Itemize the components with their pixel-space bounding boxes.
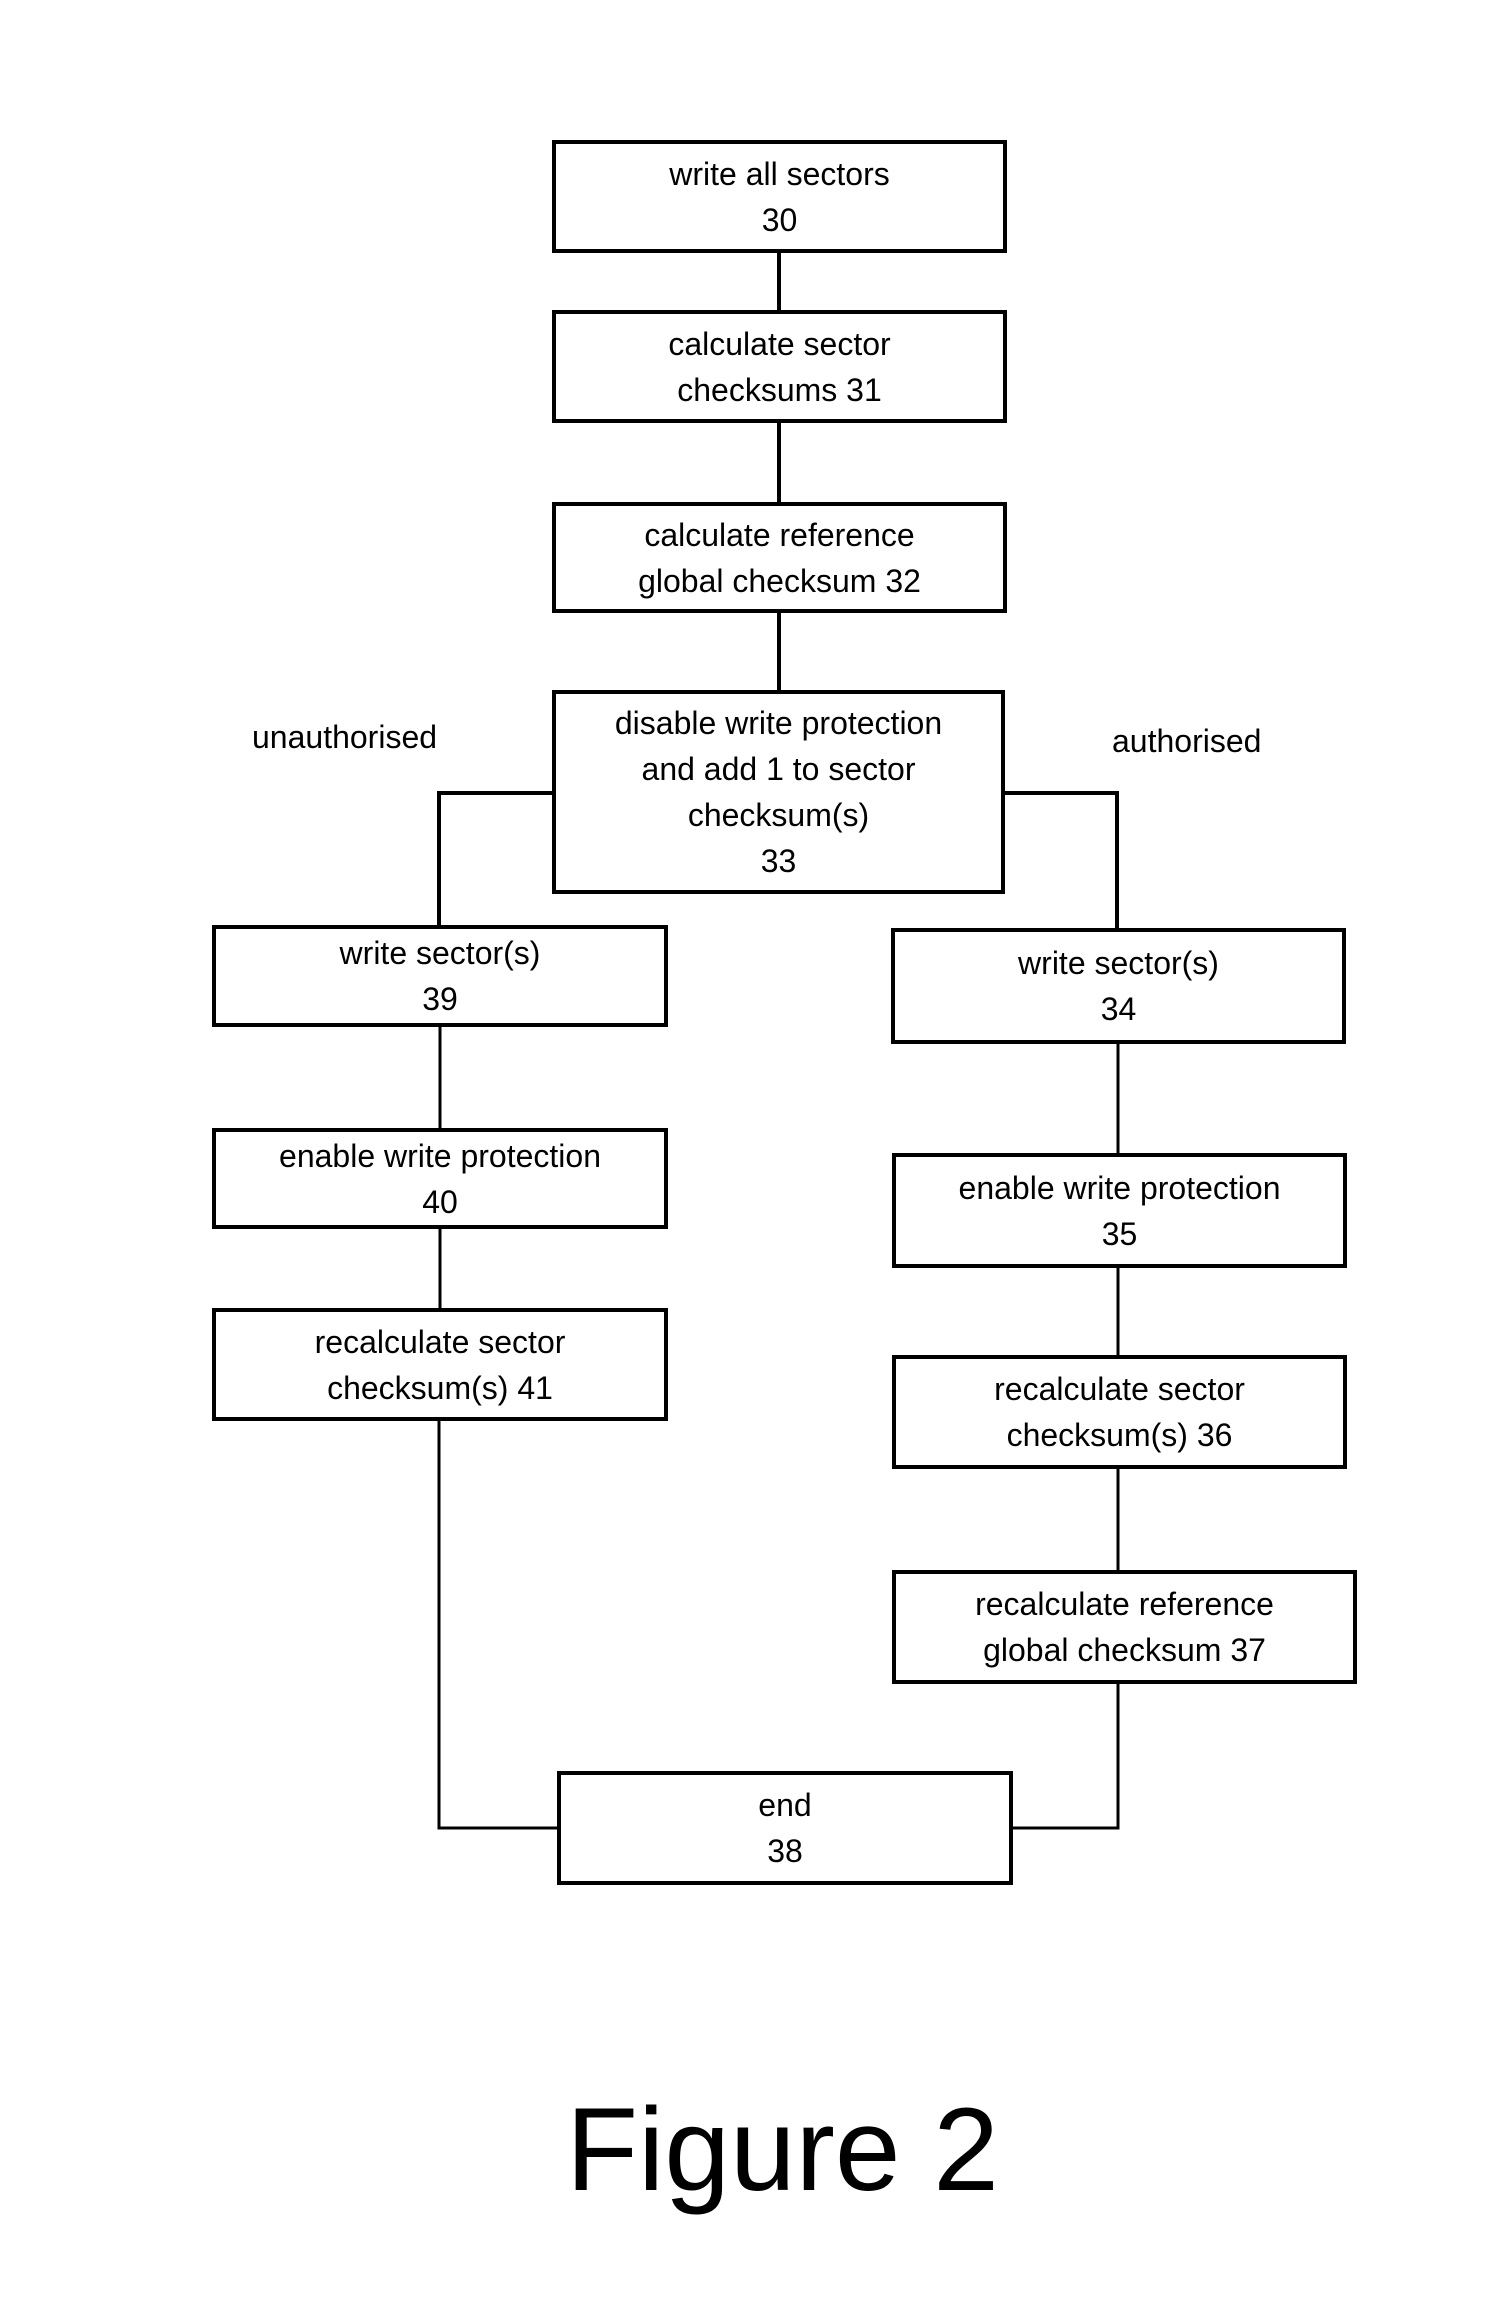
step-text: recalculate sector <box>994 1371 1245 1407</box>
branch-label-unauthorised: unauthorised <box>252 719 438 755</box>
step-text: enable write protection <box>958 1169 1281 1206</box>
step-box-41: recalculate sector checksum(s) 41 <box>212 1308 668 1421</box>
step-box-34: write sector(s) 34 <box>891 928 1346 1044</box>
flowchart: unauthorised authorised write all sector… <box>0 0 1495 2320</box>
step-box-36: recalculate sector checksum(s) 36 <box>892 1355 1347 1469</box>
branch-label-authorised: authorised <box>1112 723 1262 759</box>
step-text: checksum(s) <box>687 797 870 833</box>
step-box-35: enable write protection 35 <box>892 1153 1347 1268</box>
step-text: write all sectors <box>669 155 890 192</box>
connector-37-38 <box>1010 1681 1120 1830</box>
step-box-37: recalculate reference global checksum 37 <box>892 1570 1357 1684</box>
step-box-40: enable write protection 40 <box>212 1128 668 1229</box>
step-number: 40 <box>422 1183 458 1220</box>
step-text: global checksum 32 <box>638 562 921 599</box>
connector-33-39 <box>437 791 554 927</box>
step-text: calculate reference <box>644 516 915 553</box>
step-text: calculate sector <box>668 325 891 362</box>
step-text: disable write protection <box>614 705 943 741</box>
step-number: 34 <box>1100 991 1137 1027</box>
step-text: checksum(s) 41 <box>327 1369 553 1406</box>
step-text: checksums 31 <box>677 371 882 408</box>
step-text: recalculate sector <box>314 1323 566 1360</box>
connector-33-34 <box>1002 791 1119 930</box>
step-box-33: disable write protection and add 1 to se… <box>552 690 1005 894</box>
step-text: checksum(s) 36 <box>1006 1417 1233 1453</box>
step-text: enable write protection <box>279 1137 601 1174</box>
figure-caption: Figure 2 <box>566 2084 999 2216</box>
step-number: 39 <box>422 981 458 1017</box>
step-box-32: calculate reference global checksum 32 <box>552 502 1007 613</box>
step-box-38-end: end 38 <box>557 1771 1013 1885</box>
step-text: write sector(s) <box>1018 945 1219 981</box>
step-box-30: write all sectors 30 <box>552 140 1007 253</box>
step-number: 33 <box>760 843 797 879</box>
step-text: write sector(s) <box>339 935 541 971</box>
connector-41-38 <box>437 1418 559 1830</box>
step-number: 35 <box>1101 1215 1138 1252</box>
step-text: global checksum 37 <box>983 1632 1266 1668</box>
step-box-39: write sector(s) 39 <box>212 925 668 1027</box>
step-text: end <box>758 1787 812 1823</box>
step-text: recalculate reference <box>975 1586 1274 1622</box>
step-number: 30 <box>761 201 798 238</box>
step-box-31: calculate sector checksums 31 <box>552 310 1007 423</box>
step-text: and add 1 to sector <box>641 751 916 787</box>
step-number: 38 <box>767 1833 803 1869</box>
